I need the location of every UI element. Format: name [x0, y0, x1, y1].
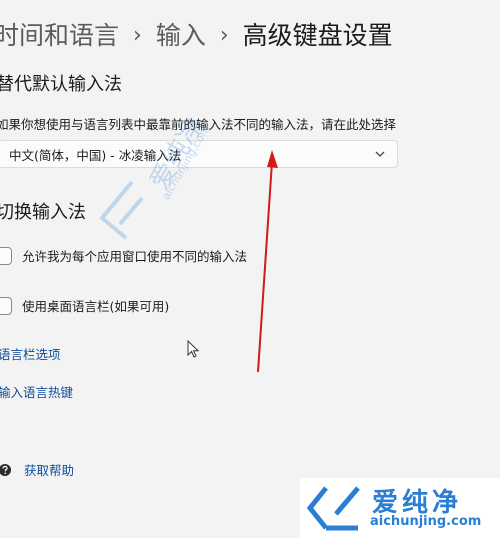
default-input-method-dropdown[interactable]: 中文(简体，中国) - 冰凌输入法 [0, 140, 398, 168]
watermark-logo-icon [99, 180, 144, 240]
help-icon [0, 463, 11, 476]
per-app-input-label: 允许我为每个应用窗口使用不同的输入法 [22, 249, 248, 264]
desktop-language-bar-checkbox[interactable] [0, 296, 12, 315]
breadcrumb-time-language[interactable]: 时间和语言 [0, 16, 119, 56]
dropdown-selected-value: 中文(简体，中国) - 冰凌输入法 [9, 147, 182, 163]
input-hotkeys-link[interactable]: 输入语言热键 [0, 382, 73, 401]
settings-page: 时间和语言 › 输入 › 高级键盘设置 替代默认输入法 如果你想使用与语言列表中… [0, 0, 500, 538]
watermark-center: 爱纯净 aichunjing.com [96, 86, 256, 256]
red-arrow-annotation [257, 150, 278, 373]
override-input-title: 替代默认输入法 [0, 74, 122, 95]
chevron-down-icon [375, 151, 385, 157]
desktop-language-bar-option[interactable]: 使用桌面语言栏(如果可用) [0, 296, 169, 315]
override-input-description: 如果你想使用与语言列表中最靠前的输入法不同的输入法，请在此处选择 [0, 117, 397, 132]
language-bar-options-link[interactable]: 语言栏选项 [0, 344, 61, 363]
desktop-language-bar-label: 使用桌面语言栏(如果可用) [22, 299, 170, 314]
per-app-input-option[interactable]: 允许我为每个应用窗口使用不同的输入法 [0, 246, 247, 265]
breadcrumb: 时间和语言 › 输入 › 高级键盘设置 [0, 16, 393, 56]
breadcrumb-separator: › [219, 23, 229, 48]
mouse-cursor-icon [187, 340, 200, 358]
get-help[interactable]: 获取帮助 [0, 460, 74, 479]
watermark-corner-url: aichunjing.com [370, 514, 482, 529]
watermark-corner: 爱纯净 aichunjing.com [300, 478, 500, 538]
breadcrumb-separator: › [133, 23, 142, 48]
watermark-logo-icon [306, 486, 360, 531]
switch-input-title: 切换输入法 [0, 202, 86, 223]
per-app-input-checkbox[interactable] [0, 246, 12, 265]
get-help-link: 获取帮助 [24, 463, 75, 478]
page-title: 高级键盘设置 [242, 21, 393, 50]
breadcrumb-input[interactable]: 输入 [156, 16, 206, 56]
